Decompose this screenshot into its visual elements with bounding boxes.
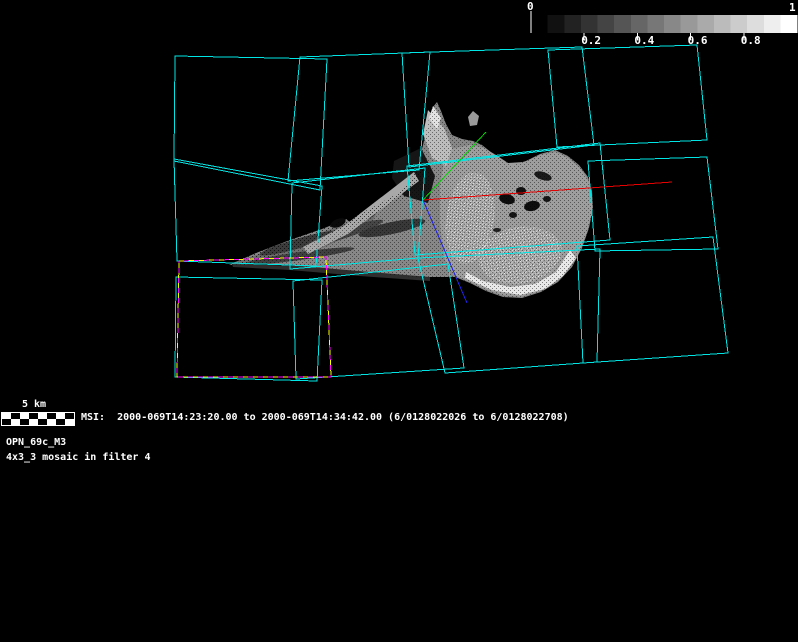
colorbar-min-label: 0 bbox=[527, 1, 534, 13]
colorbar-step bbox=[780, 15, 797, 33]
scale-bar-cell bbox=[20, 413, 29, 419]
scale-bar-cell bbox=[20, 419, 29, 425]
image-footprint-outline bbox=[548, 45, 707, 147]
colorbar-step bbox=[747, 15, 764, 33]
colorbar-tick-label: 0.6 bbox=[688, 35, 708, 47]
planned-footprint bbox=[177, 257, 331, 377]
colorbar-tick-label: 0.4 bbox=[634, 35, 654, 47]
image-footprint-outline bbox=[588, 157, 718, 251]
colorbar-step bbox=[564, 15, 581, 33]
colorbar-tick-label: 0.8 bbox=[741, 35, 761, 47]
colorbar-step bbox=[664, 15, 681, 33]
planned-footprint-dash-yellow bbox=[177, 257, 331, 377]
scale-bar-cell bbox=[56, 419, 65, 425]
status-line: MSI: 2000-069T14:23:20.00 to 2000-069T14… bbox=[81, 412, 569, 424]
scale-bar-cell bbox=[56, 413, 65, 419]
asteroid-render bbox=[229, 102, 593, 298]
colorbar-step bbox=[614, 15, 631, 33]
scene-svg bbox=[0, 0, 798, 642]
image-footprint-outline bbox=[175, 277, 322, 381]
mosaic-display-canvas[interactable]: 0 1 0.2 0.4 0.6 0.8 5 km MSI: 2000-069T14:2… bbox=[0, 0, 798, 642]
asteroid-detached-fragment bbox=[468, 111, 479, 126]
scale-bar-cell bbox=[11, 419, 20, 425]
sequence-id: OPN_69c_M3 bbox=[6, 437, 66, 449]
colorbar-max-label: 1 bbox=[789, 2, 796, 14]
colorbar-step bbox=[764, 15, 781, 33]
scale-bar-cell bbox=[65, 419, 74, 425]
colorbar-tick-label: 0.2 bbox=[581, 35, 601, 47]
scale-bar-cell bbox=[11, 413, 20, 419]
scale-bar-label: 5 km bbox=[22, 399, 46, 411]
colorbar-step bbox=[681, 15, 698, 33]
scale-bar-cell bbox=[29, 419, 38, 425]
colorbar-step bbox=[647, 15, 664, 33]
scale-bar-cell bbox=[65, 413, 74, 419]
scale-bar-cell bbox=[47, 419, 56, 425]
colorbar-step bbox=[548, 15, 565, 33]
colorbar-step bbox=[531, 15, 548, 33]
colorbar-step bbox=[731, 15, 748, 33]
image-footprint-outline bbox=[293, 264, 464, 379]
colorbar-step bbox=[581, 15, 598, 33]
colorbar-step bbox=[714, 15, 731, 33]
scale-bar-cell bbox=[2, 413, 11, 419]
scale-bar bbox=[2, 413, 75, 426]
scale-bar-cell bbox=[38, 419, 47, 425]
planned-footprint-dash-magenta bbox=[177, 257, 331, 377]
scale-bar-cell bbox=[47, 413, 56, 419]
scale-bar-cell bbox=[38, 413, 47, 419]
scale-bar-cell bbox=[29, 413, 38, 419]
mosaic-description: 4x3_3 mosaic in filter 4 bbox=[6, 452, 151, 464]
scale-bar-cell bbox=[2, 419, 11, 425]
colorbar-step bbox=[598, 15, 615, 33]
image-footprint-outline bbox=[174, 56, 327, 190]
colorbar-step bbox=[631, 15, 648, 33]
colorbar-step bbox=[697, 15, 714, 33]
